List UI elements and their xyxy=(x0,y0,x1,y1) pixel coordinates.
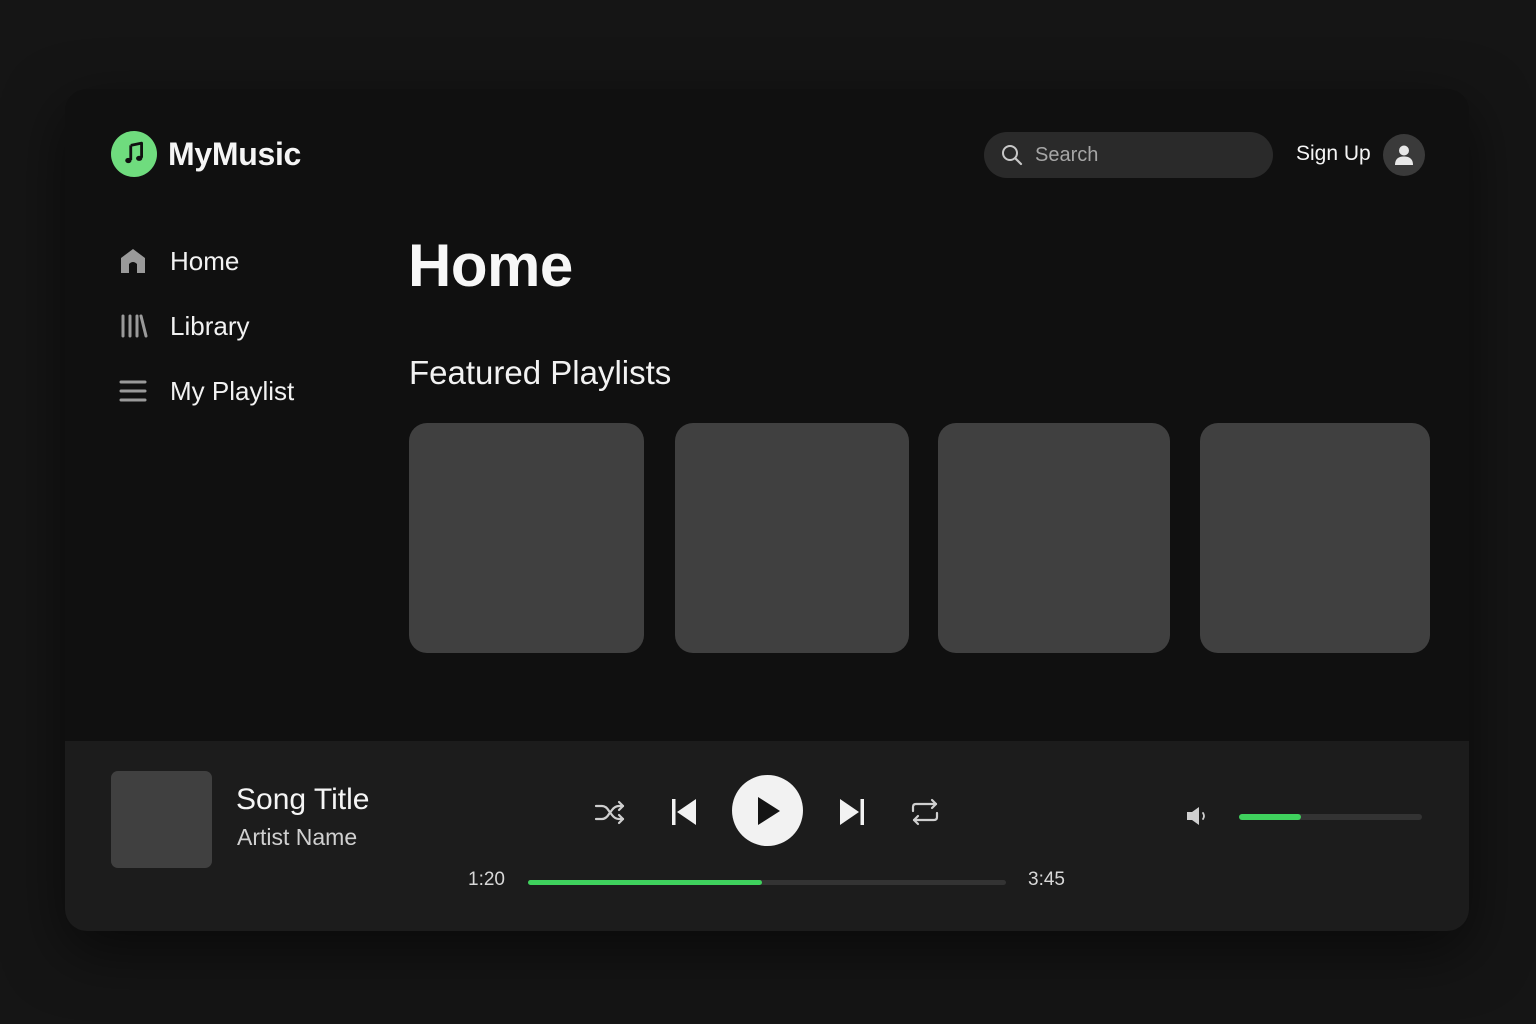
previous-button[interactable] xyxy=(669,797,699,827)
volume-icon[interactable] xyxy=(1185,804,1211,828)
avatar[interactable] xyxy=(1383,134,1425,176)
playlist-card[interactable] xyxy=(409,423,644,653)
app-window: MyMusic Sign Up Home xyxy=(65,89,1469,931)
repeat-icon xyxy=(911,798,939,826)
page-title: Home xyxy=(408,232,573,299)
artist-name[interactable]: Artist Name xyxy=(237,824,357,851)
album-art[interactable] xyxy=(111,771,212,868)
section-title: Featured Playlists xyxy=(409,354,672,391)
volume-fill xyxy=(1239,814,1302,820)
progress-fill xyxy=(528,880,763,885)
song-title[interactable]: Song Title xyxy=(236,783,369,817)
app-logo[interactable]: MyMusic xyxy=(111,131,301,177)
sidebar-item-label: Library xyxy=(170,310,250,341)
play-button[interactable] xyxy=(732,775,803,846)
progress-bar[interactable] xyxy=(528,880,1006,885)
app-name: MyMusic xyxy=(168,135,302,172)
shuffle-button[interactable] xyxy=(593,797,627,827)
total-time: 3:45 xyxy=(1028,869,1065,890)
library-icon xyxy=(117,310,149,342)
next-button[interactable] xyxy=(837,797,867,827)
sidebar-item-label: My Playlist xyxy=(170,375,295,406)
home-icon xyxy=(117,245,149,277)
play-icon xyxy=(757,796,780,825)
shuffle-icon xyxy=(594,800,625,825)
search-input[interactable] xyxy=(1035,143,1255,167)
previous-icon xyxy=(672,799,696,825)
current-time: 1:20 xyxy=(468,869,505,890)
user-icon xyxy=(1395,145,1413,165)
playlist-card[interactable] xyxy=(675,423,909,653)
playlist-icon xyxy=(117,375,149,407)
player-bar: Song Title Artist Name 1:20 3:45 xyxy=(65,741,1469,931)
search-bar[interactable] xyxy=(984,132,1273,178)
next-icon xyxy=(840,799,864,825)
music-note-icon xyxy=(111,131,157,177)
sign-up-button[interactable]: Sign Up xyxy=(1296,142,1371,166)
sidebar-item-library[interactable]: Library xyxy=(117,306,337,346)
playlist-card[interactable] xyxy=(1200,423,1430,653)
sidebar-item-home[interactable]: Home xyxy=(117,241,337,281)
sidebar-item-my-playlist[interactable]: My Playlist xyxy=(117,371,337,411)
volume-slider[interactable] xyxy=(1239,814,1422,820)
playlist-card[interactable] xyxy=(938,423,1170,653)
search-icon xyxy=(1001,144,1023,166)
sidebar-item-label: Home xyxy=(170,245,240,276)
repeat-button[interactable] xyxy=(908,797,942,827)
